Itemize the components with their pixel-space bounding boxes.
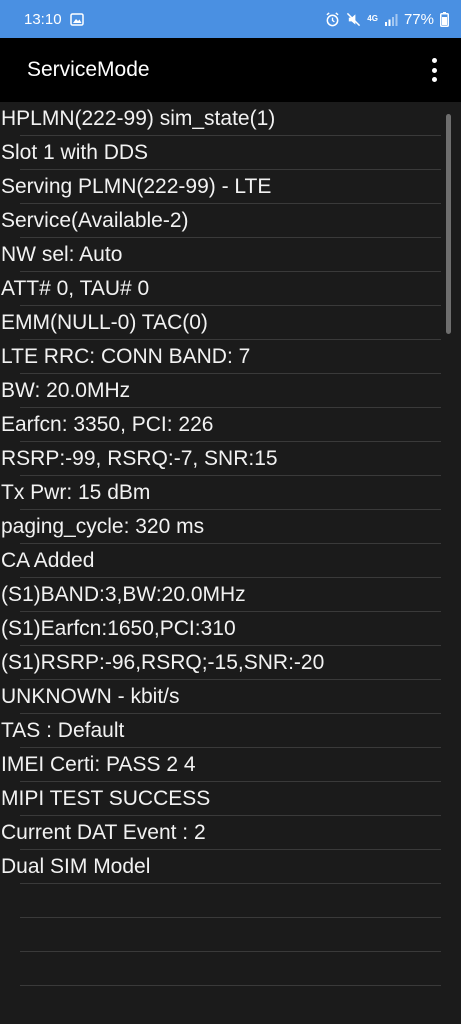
info-line: Earfcn: 3350, PCI: 226 bbox=[0, 408, 461, 442]
mute-icon bbox=[346, 12, 361, 27]
info-line: Service(Available-2) bbox=[0, 204, 461, 238]
battery-icon bbox=[440, 11, 449, 27]
info-line: Current DAT Event : 2 bbox=[0, 816, 461, 850]
empty-row bbox=[0, 884, 461, 918]
info-line: Tx Pwr: 15 dBm bbox=[0, 476, 461, 510]
info-line: BW: 20.0MHz bbox=[0, 374, 461, 408]
app-bar: ServiceMode bbox=[0, 38, 461, 102]
info-line: (S1)BAND:3,BW:20.0MHz bbox=[0, 578, 461, 612]
info-line: Slot 1 with DDS bbox=[0, 136, 461, 170]
info-line: CA Added bbox=[0, 544, 461, 578]
info-line: LTE RRC: CONN BAND: 7 bbox=[0, 340, 461, 374]
info-line: HPLMN(222-99) sim_state(1) bbox=[0, 102, 461, 136]
info-line: Serving PLMN(222-99) - LTE bbox=[0, 170, 461, 204]
status-time: 13:10 bbox=[24, 10, 62, 28]
more-vert-icon bbox=[431, 58, 437, 63]
info-line: (S1)RSRP:-96,RSRQ;-15,SNR:-20 bbox=[0, 646, 461, 680]
info-line: TAS : Default bbox=[0, 714, 461, 748]
info-line: RSRP:-99, RSRQ:-7, SNR:15 bbox=[0, 442, 461, 476]
info-line: NW sel: Auto bbox=[0, 238, 461, 272]
app-title: ServiceMode bbox=[27, 58, 150, 81]
gallery-notification-icon bbox=[69, 12, 84, 26]
info-line: (S1)Earfcn:1650,PCI:310 bbox=[0, 612, 461, 646]
info-line: IMEI Certi: PASS 2 4 bbox=[0, 748, 461, 782]
info-line: Dual SIM Model bbox=[0, 850, 461, 884]
status-bar: 13:10 4G 77% bbox=[0, 0, 461, 38]
service-info-list[interactable]: HPLMN(222-99) sim_state(1) Slot 1 with DD… bbox=[0, 102, 461, 1024]
info-rows: HPLMN(222-99) sim_state(1) Slot 1 with DD… bbox=[0, 102, 461, 986]
empty-row bbox=[0, 918, 461, 952]
battery-percent: 77% bbox=[403, 10, 434, 28]
network-type-icon: 4G bbox=[367, 14, 378, 23]
alarm-icon bbox=[325, 11, 340, 27]
scrollbar[interactable] bbox=[446, 114, 451, 334]
signal-icon bbox=[384, 13, 398, 26]
empty-row bbox=[0, 952, 461, 986]
info-line: EMM(NULL-0) TAC(0) bbox=[0, 306, 461, 340]
info-line: UNKNOWN - kbit/s bbox=[0, 680, 461, 714]
info-line: paging_cycle: 320 ms bbox=[0, 510, 461, 544]
info-line: MIPI TEST SUCCESS bbox=[0, 782, 461, 816]
info-line: ATT# 0, TAU# 0 bbox=[0, 272, 461, 306]
more-options-button[interactable] bbox=[427, 58, 441, 82]
